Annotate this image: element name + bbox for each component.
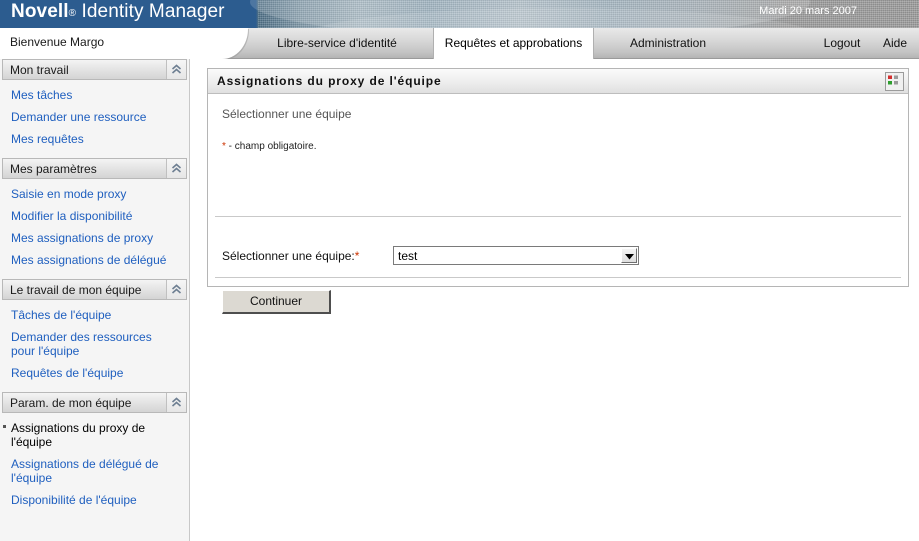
form-divider-bottom: [215, 277, 901, 278]
brand-novell-text: Novell: [11, 1, 69, 22]
form-divider-top: [215, 216, 901, 217]
grid-view-icon[interactable]: [885, 72, 904, 91]
tab-libre-service-identite[interactable]: Libre-service d'identité: [256, 28, 418, 59]
sidebar-section-header-param-de-mon-equipe[interactable]: Param. de mon équipe: [2, 392, 187, 413]
tab-administration[interactable]: Administration: [604, 28, 732, 59]
team-proxy-assignments-panel: Assignations du proxy de l'équipe Sélect…: [207, 68, 909, 314]
sidebar-section-title: Mes paramètres: [10, 162, 97, 176]
sidebar-item-mes-taches[interactable]: Mes tâches: [0, 84, 189, 106]
panel-header: Assignations du proxy de l'équipe: [208, 69, 908, 94]
sidebar-item-mes-assignations-de-proxy[interactable]: Mes assignations de proxy: [0, 227, 189, 249]
select-team-label: Sélectionner une équipe:*: [222, 249, 359, 263]
sidebar-section-title: Param. de mon équipe: [10, 396, 132, 410]
app-logo: Novell® Identity Manager: [11, 1, 225, 23]
sidebar-item-saisie-en-mode-proxy[interactable]: Saisie en mode proxy: [0, 183, 189, 205]
sidebar-item-disponibilite-de-lequipe[interactable]: Disponibilité de l'équipe: [0, 489, 189, 511]
registered-trademark-icon: ®: [68, 8, 77, 19]
sidebar-section-header-mes-parametres[interactable]: Mes paramètres: [2, 158, 187, 179]
sidebar-section-title: Le travail de mon équipe: [10, 283, 142, 297]
sidebar-item-taches-de-lequipe[interactable]: Tâches de l'équipe: [0, 304, 189, 326]
banner-swoosh-decoration: [250, 0, 810, 28]
required-note-text: - champ obligatoire.: [225, 141, 317, 152]
sidebar-item-mes-assignations-de-delegue[interactable]: Mes assignations de délégué: [0, 249, 189, 271]
sidebar-section-title: Mon travail: [10, 63, 69, 77]
sidebar-item-demander-une-ressource[interactable]: Demander une ressource: [0, 106, 189, 128]
brand-product-text: Identity Manager: [81, 1, 225, 22]
page-title: Assignations du proxy de l'équipe: [217, 74, 442, 88]
chevron-down-icon[interactable]: [621, 248, 637, 263]
continue-button[interactable]: Continuer: [222, 290, 331, 314]
left-sidebar: Mon travail Mes tâches Demander une ress…: [0, 59, 190, 541]
panel-body: Sélectionner une équipe * - champ obliga…: [208, 94, 908, 314]
sidebar-item-assignations-du-proxy-de-lequipe[interactable]: Assignations du proxy de l'équipe: [0, 417, 189, 453]
chevron-double-up-icon[interactable]: [166, 280, 186, 299]
main-tab-bar: Bienvenue Margo Libre-service d'identité…: [0, 28, 919, 59]
sidebar-item-requetes-de-lequipe[interactable]: Requêtes de l'équipe: [0, 362, 189, 384]
sidebar-item-assignations-de-delegue-de-lequipe[interactable]: Assignations de délégué de l'équipe: [0, 453, 189, 489]
banner-swoosh-decoration-secondary: [300, 8, 820, 28]
help-link[interactable]: Aide: [876, 28, 914, 59]
sidebar-item-modifier-la-disponibilite[interactable]: Modifier la disponibilité: [0, 205, 189, 227]
sidebar-items-mes-parametres: Saisie en mode proxy Modifier la disponi…: [0, 179, 189, 279]
logout-link[interactable]: Logout: [812, 28, 872, 59]
app-header-banner: Novell® Identity Manager Mardi 20 mars 2…: [0, 0, 919, 28]
select-team-label-text: Sélectionner une équipe:: [222, 249, 355, 263]
required-field-note: * - champ obligatoire.: [222, 141, 317, 152]
header-date: Mardi 20 mars 2007: [759, 5, 857, 17]
current-item-bullet-icon: [3, 425, 6, 428]
main-content-area: Assignations du proxy de l'équipe Sélect…: [190, 59, 919, 541]
tab-requetes-et-approbations[interactable]: Requêtes et approbations: [433, 28, 594, 59]
sidebar-items-mon-travail: Mes tâches Demander une ressource Mes re…: [0, 80, 189, 158]
required-asterisk: *: [354, 249, 360, 263]
chevron-double-up-icon[interactable]: [166, 393, 186, 412]
welcome-message: Bienvenue Margo: [10, 35, 105, 49]
panel-subtitle: Sélectionner une équipe: [222, 107, 352, 121]
sidebar-items-le-travail-de-mon-equipe: Tâches de l'équipe Demander des ressourc…: [0, 300, 189, 392]
select-team-dropdown[interactable]: test: [393, 246, 639, 265]
sidebar-item-demander-des-ressources-pour-lequipe[interactable]: Demander des ressources pour l'équipe: [0, 326, 189, 362]
chevron-double-up-icon[interactable]: [166, 159, 186, 178]
sidebar-section-header-mon-travail[interactable]: Mon travail: [2, 59, 187, 80]
sidebar-item-mes-requetes[interactable]: Mes requêtes: [0, 128, 189, 150]
select-team-value: test: [398, 249, 418, 263]
sidebar-item-label: Assignations du proxy de l'équipe: [11, 421, 146, 449]
sidebar-items-param-de-mon-equipe: Assignations du proxy de l'équipe Assign…: [0, 413, 189, 519]
chevron-double-up-icon[interactable]: [166, 60, 186, 79]
sidebar-section-header-le-travail-de-mon-equipe[interactable]: Le travail de mon équipe: [2, 279, 187, 300]
